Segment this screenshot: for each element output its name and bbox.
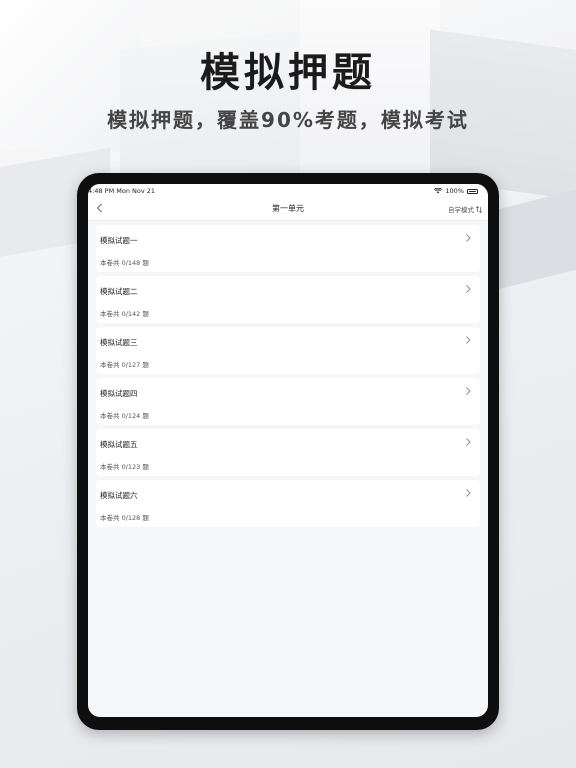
status-bar: 4:48 PM Mon Nov 21 100% [88, 184, 488, 198]
paper-card[interactable]: 模拟试题五 本卷共 0/123 题 [96, 429, 480, 476]
chevron-right-icon [466, 489, 471, 497]
page-title: 第一单元 [272, 204, 304, 213]
paper-card[interactable]: 模拟试题四 本卷共 0/124 题 [96, 378, 480, 425]
paper-title: 模拟试题六 [100, 491, 138, 500]
paper-title: 模拟试题二 [100, 287, 138, 296]
paper-title: 模拟试题三 [100, 338, 138, 347]
paper-title: 模拟试题五 [100, 440, 138, 449]
paper-list: 模拟试题一 本卷共 0/148 题 模拟试题二 本卷共 0/142 题 模拟试题… [88, 221, 488, 527]
paper-card[interactable]: 模拟试题一 本卷共 0/148 题 [96, 225, 480, 272]
battery-percent: 100% [445, 187, 464, 195]
paper-progress: 本卷共 0/124 题 [100, 412, 149, 420]
promo-headline: 模拟押题 [200, 50, 376, 96]
app-screen: 4:48 PM Mon Nov 21 100% 第一单元 自学模式 模拟试题一 … [88, 184, 488, 717]
chevron-right-icon [466, 234, 471, 242]
status-time: 4:48 PM Mon Nov 21 [88, 187, 156, 195]
study-mode-label: 自学模式 [448, 206, 474, 214]
swap-icon [476, 205, 482, 213]
chevron-right-icon [466, 438, 471, 446]
paper-progress: 本卷共 0/127 题 [100, 361, 149, 369]
paper-title: 模拟试题四 [100, 389, 138, 398]
paper-card[interactable]: 模拟试题六 本卷共 0/128 题 [96, 480, 480, 527]
paper-progress: 本卷共 0/142 题 [100, 310, 149, 318]
status-indicators: 100% [434, 187, 478, 195]
promo-subline: 模拟押题，覆盖90%考题，模拟考试 [107, 108, 469, 132]
battery-icon [467, 188, 478, 194]
paper-progress: 本卷共 0/148 题 [100, 259, 149, 267]
study-mode-toggle[interactable]: 自学模式 [448, 204, 482, 214]
paper-title: 模拟试题一 [100, 236, 138, 245]
chevron-right-icon [466, 285, 471, 293]
chevron-right-icon [466, 387, 471, 395]
tablet-frame: 4:48 PM Mon Nov 21 100% 第一单元 自学模式 模拟试题一 … [77, 173, 499, 730]
nav-bar: 第一单元 自学模式 [88, 198, 488, 221]
chevron-right-icon [466, 336, 471, 344]
paper-card[interactable]: 模拟试题三 本卷共 0/127 题 [96, 327, 480, 374]
paper-progress: 本卷共 0/128 题 [100, 514, 149, 522]
wifi-icon [434, 188, 443, 194]
paper-progress: 本卷共 0/123 题 [100, 463, 149, 471]
paper-card[interactable]: 模拟试题二 本卷共 0/142 题 [96, 276, 480, 323]
